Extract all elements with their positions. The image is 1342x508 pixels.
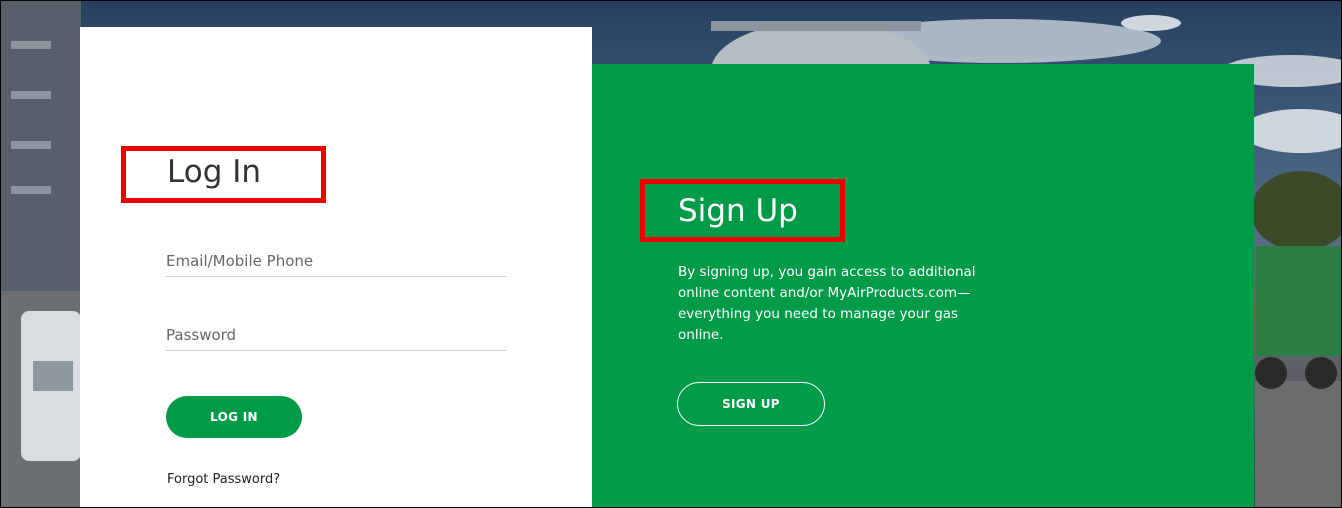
- email-field[interactable]: [166, 246, 506, 277]
- forgot-password-link[interactable]: Forgot Password?: [167, 472, 280, 487]
- login-title-highlight: [121, 146, 326, 203]
- signup-description: By signing up, you gain access to additi…: [678, 264, 976, 343]
- login-button[interactable]: LOG IN: [166, 396, 302, 438]
- password-field[interactable]: [166, 320, 506, 351]
- signup-button[interactable]: SIGN UP: [677, 382, 825, 426]
- signup-title-highlight: [640, 179, 845, 242]
